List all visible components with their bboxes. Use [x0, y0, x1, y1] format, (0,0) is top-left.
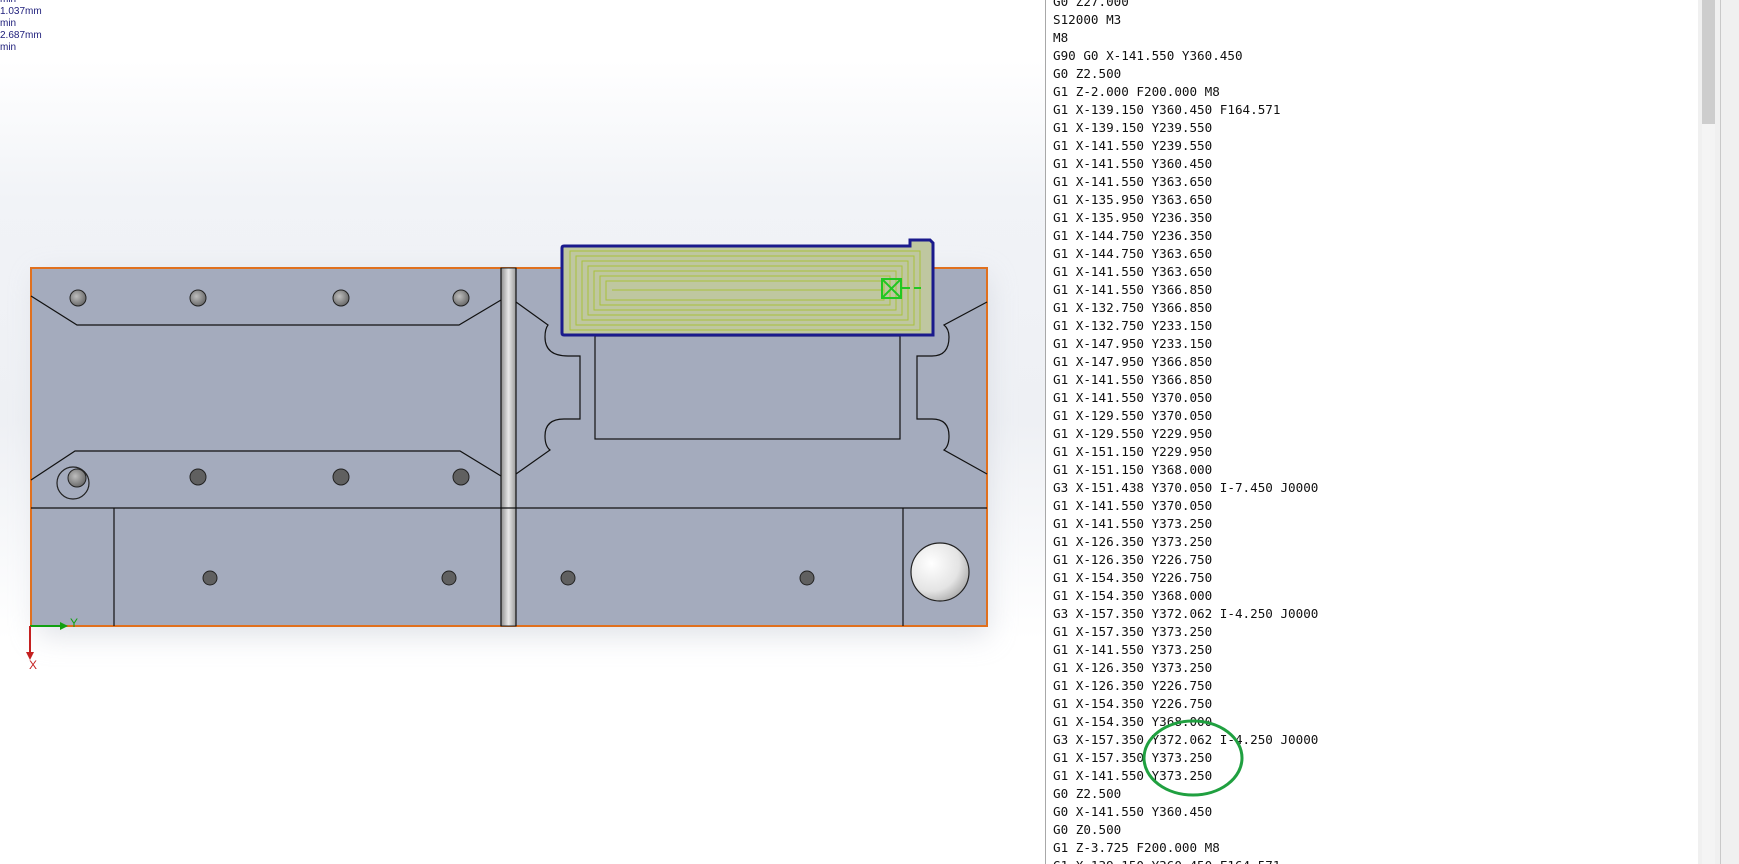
gcode-line[interactable]: G0 Z2.500 [1053, 785, 1318, 803]
gcode-line[interactable]: G3 X-151.438 Y370.050 I-7.450 J0000 [1053, 479, 1318, 497]
scrollbar-track[interactable] [1702, 0, 1715, 864]
scrollbar-thumb[interactable] [1702, 0, 1715, 124]
gcode-editor[interactable]: G0 Z27.000 S12000 M3 M8 G90 G0 X-141.550 Y3… [1045, 0, 1699, 864]
gcode-line[interactable]: G1 X-144.750 Y236.350 [1053, 227, 1318, 245]
gcode-line[interactable]: G1 X-139.150 Y360.450 F164.571 [1053, 857, 1318, 864]
gcode-line[interactable]: G1 X-126.350 Y373.250 [1053, 533, 1318, 551]
inner-pocket [594, 335, 901, 440]
gcode-line[interactable]: G0 Z2.500 [1053, 65, 1318, 83]
gcode-line[interactable]: G1 X-154.350 Y226.750 [1053, 695, 1318, 713]
gcode-line[interactable]: G1 X-147.950 Y233.150 [1053, 335, 1318, 353]
gcode-line[interactable]: G1 X-139.150 Y239.550 [1053, 119, 1318, 137]
gcode-line[interactable]: G1 X-135.950 Y236.350 [1053, 209, 1318, 227]
gcode-line[interactable]: M8 [1053, 29, 1318, 47]
gcode-line[interactable]: G0 Z27.000 [1053, 0, 1318, 11]
gcode-line[interactable]: G1 X-147.950 Y366.850 [1053, 353, 1318, 371]
gcode-line[interactable]: G0 Z0.500 [1053, 821, 1318, 839]
gcode-line[interactable]: G1 X-141.550 Y373.250 [1053, 767, 1318, 785]
selected-pocket[interactable] [560, 238, 935, 337]
gcode-line[interactable]: G1 X-157.350 Y373.250 [1053, 623, 1318, 641]
gcode-line[interactable]: G1 X-139.150 Y360.450 F164.571 [1053, 101, 1318, 119]
gcode-line[interactable]: G1 X-154.350 Y368.000 [1053, 587, 1318, 605]
gcode-line[interactable]: G1 X-141.550 Y366.850 [1053, 281, 1318, 299]
gcode-line[interactable]: G1 X-141.550 Y370.050 [1053, 389, 1318, 407]
gcode-line[interactable]: G1 Z-2.000 F200.000 M8 [1053, 83, 1318, 101]
scrollbar-edge [1720, 0, 1721, 864]
gcode-line[interactable]: G1 X-151.150 Y368.000 [1053, 461, 1318, 479]
gcode-line[interactable]: G1 X-126.350 Y373.250 [1053, 659, 1318, 677]
gcode-line[interactable]: G1 X-126.350 Y226.750 [1053, 677, 1318, 695]
gcode-line[interactable]: G1 X-132.750 Y366.850 [1053, 299, 1318, 317]
large-bore [910, 542, 970, 602]
gcode-line[interactable]: G1 X-135.950 Y363.650 [1053, 191, 1318, 209]
gcode-line[interactable]: G3 X-157.350 Y372.062 I-4.250 J0000 [1053, 605, 1318, 623]
gcode-line[interactable]: G1 X-144.750 Y363.650 [1053, 245, 1318, 263]
editor-scrollbar[interactable] [1698, 0, 1739, 864]
axis-x-label: X [29, 658, 37, 672]
gcode-line[interactable]: G1 X-126.350 Y226.750 [1053, 551, 1318, 569]
gcode-line[interactable]: G1 X-141.550 Y366.850 [1053, 371, 1318, 389]
gcode-line[interactable]: G90 G0 X-141.550 Y360.450 [1053, 47, 1318, 65]
cad-drawing: Y X [26, 238, 988, 672]
gcode-line[interactable]: G1 X-151.150 Y229.950 [1053, 443, 1318, 461]
gcode-line[interactable]: G1 X-141.550 Y363.650 [1053, 263, 1318, 281]
gcode-line[interactable]: G1 X-141.550 Y370.050 [1053, 497, 1318, 515]
gcode-line[interactable]: G1 X-141.550 Y363.650 [1053, 173, 1318, 191]
gcode-line[interactable]: G1 Z-3.725 F200.000 M8 [1053, 839, 1318, 857]
gcode-lines: G0 Z27.000 S12000 M3 M8 G90 G0 X-141.550 Y3… [1053, 0, 1318, 864]
gcode-line[interactable]: G1 X-141.550 Y360.450 [1053, 155, 1318, 173]
gcode-line[interactable]: G1 X-141.550 Y239.550 [1053, 137, 1318, 155]
gcode-line[interactable]: G0 X-141.550 Y360.450 [1053, 803, 1318, 821]
gcode-line[interactable]: G1 X-154.350 Y226.750 [1053, 569, 1318, 587]
gcode-line[interactable]: G1 X-154.350 Y368.000 [1053, 713, 1318, 731]
gcode-line[interactable]: G1 X-129.550 Y229.950 [1053, 425, 1318, 443]
gcode-line[interactable]: G1 X-157.350 Y373.250 [1053, 749, 1318, 767]
gcode-line[interactable]: S12000 M3 [1053, 11, 1318, 29]
gcode-line[interactable]: G1 X-132.750 Y233.150 [1053, 317, 1318, 335]
gcode-line[interactable]: G1 X-141.550 Y373.250 [1053, 641, 1318, 659]
gcode-line[interactable]: G1 X-141.550 Y373.250 [1053, 515, 1318, 533]
gcode-line[interactable]: G1 X-129.550 Y370.050 [1053, 407, 1318, 425]
axis-y-label: Y [70, 616, 78, 630]
cad-viewport[interactable]: min 1.037mm min 2.687mm min [0, 0, 1045, 864]
gcode-line[interactable]: G3 X-157.350 Y372.062 I-4.250 J0000 [1053, 731, 1318, 749]
center-slot [500, 267, 517, 627]
